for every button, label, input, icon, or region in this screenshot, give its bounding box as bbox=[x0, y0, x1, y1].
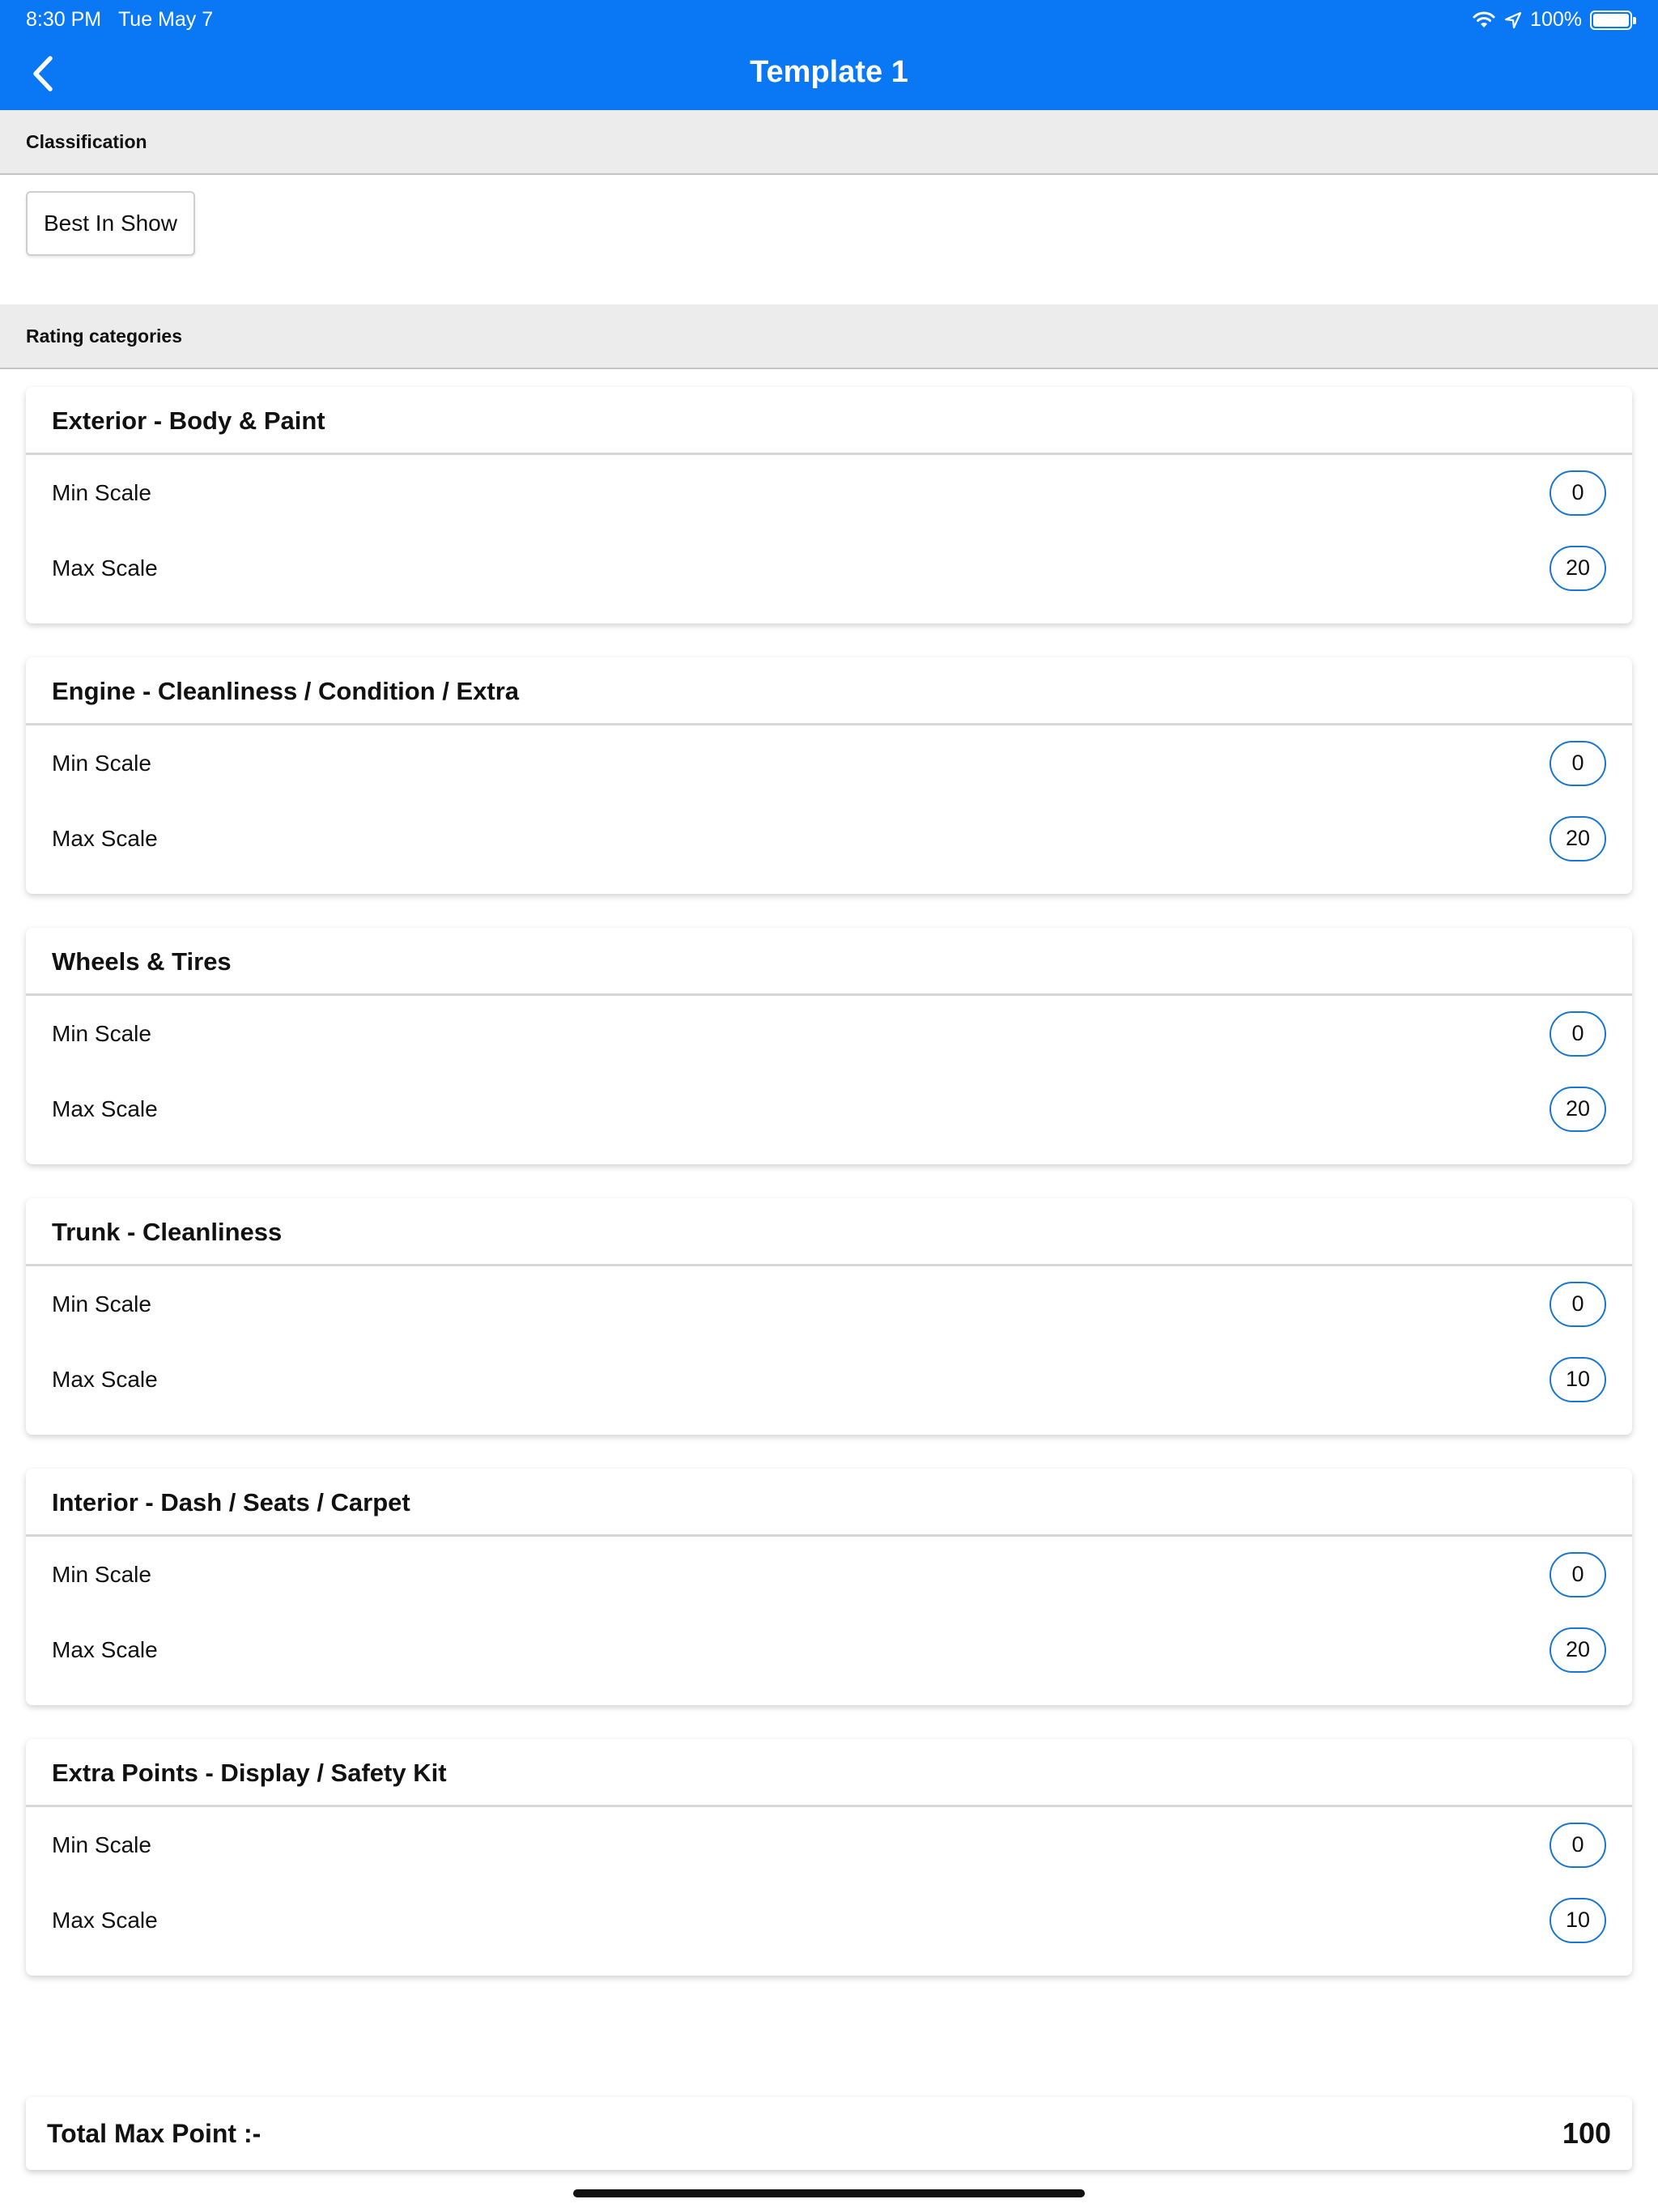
min-scale-row: Min Scale 0 bbox=[26, 996, 1632, 1071]
app-header: 8:30 PM Tue May 7 100% Template 1 bbox=[0, 0, 1658, 110]
category-title: Engine - Cleanliness / Condition / Extra bbox=[26, 657, 1632, 725]
max-scale-value[interactable]: 20 bbox=[1550, 545, 1606, 591]
max-scale-label: Max Scale bbox=[52, 1095, 158, 1121]
min-scale-value[interactable]: 0 bbox=[1550, 470, 1606, 516]
category-title: Wheels & Tires bbox=[26, 928, 1632, 996]
category-title: Interior - Dash / Seats / Carpet bbox=[26, 1469, 1632, 1537]
min-scale-label: Min Scale bbox=[52, 750, 151, 776]
max-scale-row: Max Scale 10 bbox=[26, 1342, 1632, 1417]
max-scale-label: Max Scale bbox=[52, 555, 158, 581]
min-scale-value[interactable]: 0 bbox=[1550, 740, 1606, 786]
classification-section-header: Classification bbox=[0, 110, 1658, 175]
min-scale-value[interactable]: 0 bbox=[1550, 1551, 1606, 1597]
min-scale-row: Min Scale 0 bbox=[26, 725, 1632, 801]
total-value: 100 bbox=[1562, 2116, 1611, 2150]
min-scale-value[interactable]: 0 bbox=[1550, 1010, 1606, 1057]
min-scale-row: Min Scale 0 bbox=[26, 1266, 1632, 1342]
rating-category-card: Exterior - Body & Paint Min Scale 0 Max … bbox=[26, 387, 1632, 623]
wifi-icon bbox=[1473, 11, 1495, 28]
max-scale-row: Max Scale 20 bbox=[26, 1612, 1632, 1687]
total-label: Total Max Point :- bbox=[47, 2118, 261, 2148]
status-clock: 8:30 PM bbox=[26, 8, 102, 31]
category-title: Exterior - Body & Paint bbox=[26, 387, 1632, 455]
min-scale-label: Min Scale bbox=[52, 1020, 151, 1046]
battery-percent: 100% bbox=[1530, 8, 1582, 31]
status-date: Tue May 7 bbox=[117, 8, 214, 31]
min-scale-label: Min Scale bbox=[52, 1831, 151, 1857]
rating-category-card: Engine - Cleanliness / Condition / Extra… bbox=[26, 657, 1632, 894]
max-scale-label: Max Scale bbox=[52, 1907, 158, 1933]
rating-category-card: Interior - Dash / Seats / Carpet Min Sca… bbox=[26, 1469, 1632, 1705]
rating-category-list: Exterior - Body & Paint Min Scale 0 Max … bbox=[26, 387, 1632, 2010]
max-scale-label: Max Scale bbox=[52, 825, 158, 851]
max-scale-label: Max Scale bbox=[52, 1366, 158, 1392]
status-time: 8:30 PM Tue May 7 bbox=[26, 8, 213, 32]
min-scale-row: Min Scale 0 bbox=[26, 1807, 1632, 1882]
status-bar: 8:30 PM Tue May 7 100% bbox=[0, 0, 1658, 39]
rating-category-card: Wheels & Tires Min Scale 0 Max Scale 20 bbox=[26, 928, 1632, 1164]
min-scale-label: Min Scale bbox=[52, 1561, 151, 1587]
max-scale-value[interactable]: 20 bbox=[1550, 1086, 1606, 1132]
max-scale-label: Max Scale bbox=[52, 1636, 158, 1662]
max-scale-value[interactable]: 20 bbox=[1550, 815, 1606, 861]
min-scale-value[interactable]: 0 bbox=[1550, 1822, 1606, 1868]
max-scale-row: Max Scale 20 bbox=[26, 801, 1632, 876]
min-scale-label: Min Scale bbox=[52, 479, 151, 505]
page-title: Template 1 bbox=[750, 55, 908, 89]
min-scale-label: Min Scale bbox=[52, 1291, 151, 1317]
max-scale-value[interactable]: 10 bbox=[1550, 1897, 1606, 1943]
total-max-point-bar: Total Max Point :- 100 bbox=[26, 2097, 1632, 2170]
home-indicator[interactable] bbox=[573, 2189, 1085, 2197]
max-scale-row: Max Scale 20 bbox=[26, 530, 1632, 606]
location-arrow-icon bbox=[1504, 11, 1522, 28]
max-scale-row: Max Scale 20 bbox=[26, 1071, 1632, 1146]
rating-category-card: Trunk - Cleanliness Min Scale 0 Max Scal… bbox=[26, 1198, 1632, 1435]
min-scale-row: Min Scale 0 bbox=[26, 1537, 1632, 1612]
rating-section-header: Rating categories bbox=[0, 304, 1658, 369]
max-scale-value[interactable]: 10 bbox=[1550, 1356, 1606, 1402]
min-scale-value[interactable]: 0 bbox=[1550, 1281, 1606, 1327]
battery-icon bbox=[1590, 10, 1636, 30]
max-scale-value[interactable]: 20 bbox=[1550, 1627, 1606, 1673]
status-indicators: 100% bbox=[1472, 8, 1636, 32]
min-scale-row: Min Scale 0 bbox=[26, 455, 1632, 530]
classification-chip[interactable]: Best In Show bbox=[26, 191, 195, 256]
category-title: Trunk - Cleanliness bbox=[26, 1198, 1632, 1266]
max-scale-row: Max Scale 10 bbox=[26, 1882, 1632, 1958]
rating-category-card: Extra Points - Display / Safety Kit Min … bbox=[26, 1739, 1632, 1976]
category-title: Extra Points - Display / Safety Kit bbox=[26, 1739, 1632, 1807]
